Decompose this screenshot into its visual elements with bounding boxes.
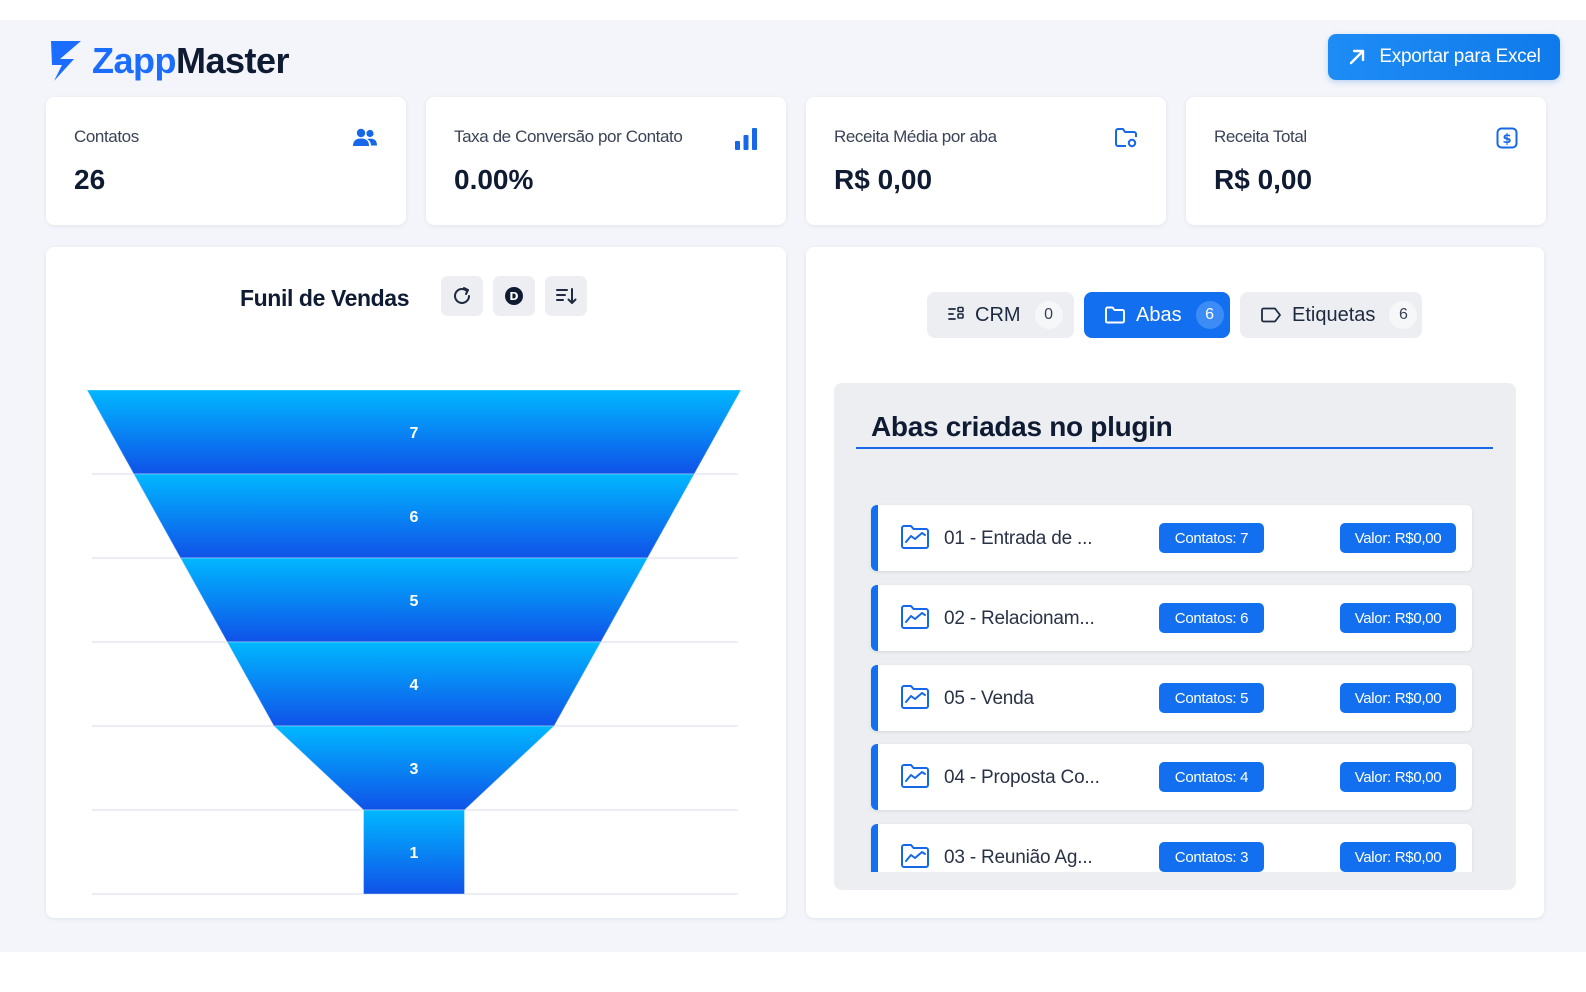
tab-label: CRM <box>975 303 1021 326</box>
tab-label: Etiquetas <box>1292 303 1376 326</box>
kpi-value: 26 <box>74 164 106 195</box>
tag-icon <box>1260 307 1282 323</box>
logo-text-zapp: Zapp <box>92 40 177 81</box>
list-item-name: 01 - Entrada de ... <box>944 528 1093 549</box>
logo: ZappMaster <box>48 36 290 86</box>
folder-chart-icon <box>900 684 930 715</box>
users-icon <box>352 127 378 154</box>
export-excel-label: Exportar para Excel <box>1379 46 1541 67</box>
funnel-stage-label: 5 <box>410 593 419 610</box>
list-item-name: 03 - Reunião Ag... <box>944 847 1093 868</box>
svg-text:$: $ <box>1502 132 1511 147</box>
export-excel-button[interactable]: Exportar para Excel <box>1328 34 1560 80</box>
contatos-badge: Contatos: 3 <box>1159 842 1264 872</box>
funnel-stage-label: 1 <box>410 845 419 862</box>
kpi-card-conversao: Taxa de Conversão por Contato 0.00% <box>426 97 786 225</box>
logo-text-master: Master <box>176 40 290 81</box>
list-title: Abas criadas no plugin <box>871 411 1173 442</box>
abas-list-box: Abas criadas no plugin 01 - Entrada de .… <box>834 383 1516 890</box>
kpi-card-receita-total: Receita Total R$ 0,00 $ <box>1186 97 1546 225</box>
funnel-stage-label: 6 <box>410 509 419 526</box>
list-item-name: 04 - Proposta Co... <box>944 767 1100 788</box>
funnel-panel: Funil de Vendas D 7 6 5 4 3 1 <box>46 247 786 918</box>
funnel-stage-label: 4 <box>410 677 419 694</box>
tab-abas[interactable]: Abas 6 <box>1084 292 1230 338</box>
logo-text: ZappMaster <box>92 40 290 81</box>
tab-count-badge: 6 <box>1389 301 1418 329</box>
contatos-badge: Contatos: 6 <box>1159 603 1264 633</box>
list-item[interactable]: 05 - Venda Contatos: 5 Valor: R$0,00 <box>871 665 1472 731</box>
folder-settings-icon <box>1114 127 1138 154</box>
valor-badge: Valor: R$0,00 <box>1340 762 1456 792</box>
app-root: ZappMaster Exportar para Excel Contatos … <box>0 20 1586 952</box>
list-title-underline <box>856 447 1493 449</box>
list-item-name: 05 - Venda <box>944 688 1034 709</box>
tab-etiquetas[interactable]: Etiquetas 6 <box>1240 292 1422 338</box>
crm-icon <box>947 306 965 324</box>
kpi-value: R$ 0,00 <box>1214 164 1313 195</box>
abas-list[interactable]: 01 - Entrada de ... Contatos: 7 Valor: R… <box>834 483 1516 872</box>
contatos-badge: Contatos: 4 <box>1159 762 1264 792</box>
tab-count-badge: 6 <box>1195 301 1224 329</box>
valor-badge: Valor: R$0,00 <box>1340 603 1456 633</box>
dollar-icon: $ <box>1496 127 1518 154</box>
kpi-label: Receita Total <box>1214 127 1307 146</box>
logo-bolt-icon <box>51 41 81 81</box>
tab-crm[interactable]: CRM 0 <box>927 292 1074 338</box>
kpi-label: Contatos <box>74 127 139 146</box>
contatos-badge: Contatos: 7 <box>1159 523 1264 553</box>
kpi-label: Receita Média por aba <box>834 127 997 146</box>
valor-badge: Valor: R$0,00 <box>1340 842 1456 872</box>
valor-badge: Valor: R$0,00 <box>1340 523 1456 553</box>
valor-badge: Valor: R$0,00 <box>1340 683 1456 713</box>
funnel-stage-label: 7 <box>410 425 419 442</box>
folder-chart-icon <box>900 763 930 794</box>
funnel-chart: 7 6 5 4 3 1 <box>86 389 742 895</box>
tabs-panel: CRM 0 Abas 6 Etiquetas 6 Abas criadas no… <box>806 247 1544 918</box>
folder-chart-icon <box>900 604 930 635</box>
kpi-card-receita-media: Receita Média por aba R$ 0,00 <box>806 97 1166 225</box>
list-item[interactable]: 03 - Reunião Ag... Contatos: 3 Valor: R$… <box>871 824 1472 872</box>
kpi-value: 0.00% <box>454 164 534 195</box>
arrow-up-right-icon <box>1350 49 1365 65</box>
list-item[interactable]: 04 - Proposta Co... Contatos: 4 Valor: R… <box>871 744 1472 810</box>
folder-icon <box>1104 306 1126 324</box>
tab-count-badge: 0 <box>1034 301 1063 329</box>
funnel-stage-label: 3 <box>410 761 419 778</box>
bar-chart-icon <box>734 127 758 156</box>
list-item[interactable]: 01 - Entrada de ... Contatos: 7 Valor: R… <box>871 505 1472 571</box>
list-item-name: 02 - Relacionam... <box>944 608 1095 629</box>
folder-chart-icon <box>900 524 930 555</box>
kpi-value: R$ 0,00 <box>834 164 933 195</box>
list-item[interactable]: 02 - Relacionam... Contatos: 6 Valor: R$… <box>871 585 1472 651</box>
kpi-card-contatos: Contatos 26 <box>46 97 406 225</box>
tab-label: Abas <box>1136 303 1182 326</box>
folder-chart-icon <box>900 843 930 872</box>
contatos-badge: Contatos: 5 <box>1159 683 1264 713</box>
kpi-label: Taxa de Conversão por Contato <box>454 127 683 146</box>
